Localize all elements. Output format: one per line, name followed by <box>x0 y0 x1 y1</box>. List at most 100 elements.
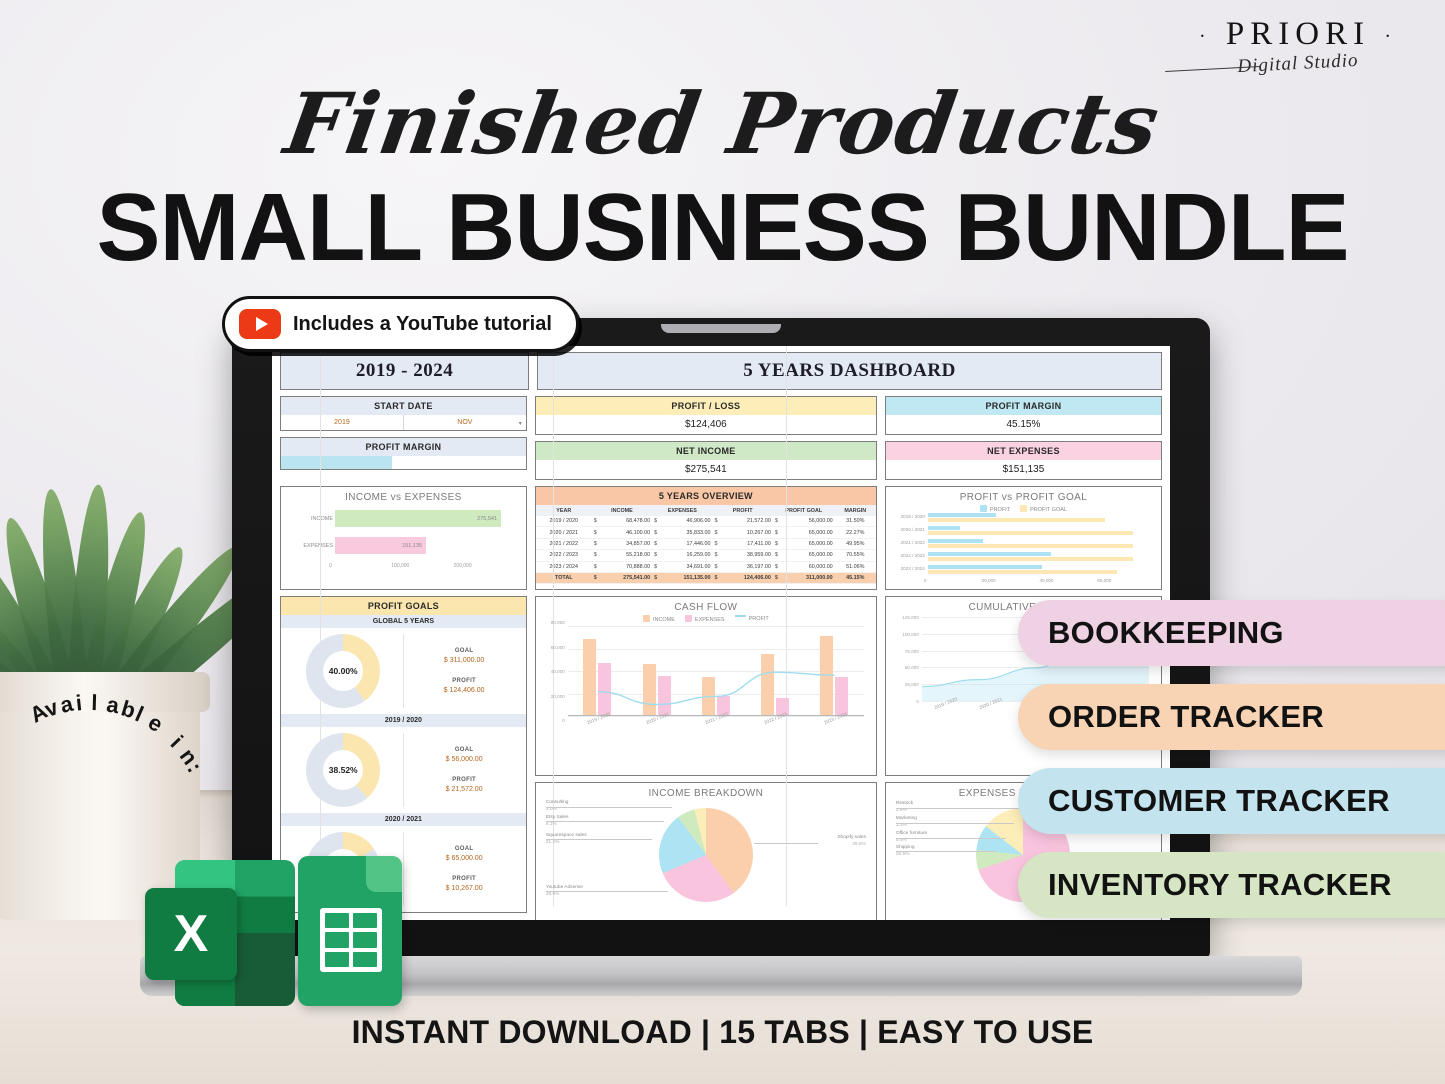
feature-pill-inventory-tracker-label: INVENTORY TRACKER <box>1048 867 1392 902</box>
start-date-month[interactable]: NOV ▾ <box>404 415 526 430</box>
cell-income: 70,888.00 <box>598 561 653 573</box>
pvg-bar-profit <box>927 539 983 543</box>
cell-currency: $ <box>712 561 720 573</box>
pie-leader-line <box>895 808 1022 809</box>
y-axis: 0 20,000 40,000 60,000 80,000 <box>542 620 568 723</box>
overview-table-header: YEAR INCOME EXPENSES PROFIT PROFIT GOAL MARGI… <box>535 505 876 516</box>
cell-margin: 31.50% <box>834 516 876 528</box>
table-row: 2020 / 2021 $46,100.00 $35,833.00 $10,267.0… <box>535 526 876 539</box>
table-row: TOTAL $275,541.00 $151,135.00 $124,406.00 $3… <box>535 572 876 585</box>
cell-currency: $ <box>712 526 720 539</box>
pvg-label: 2022 / 2023 <box>900 553 925 558</box>
goal-label: GOAL <box>454 846 474 852</box>
goal-amount: $ 56,000.00 <box>445 756 483 763</box>
cell-currency: $ <box>712 572 720 585</box>
cell-expenses: 16,259.00 <box>659 549 713 562</box>
overview-table-card: 5 YEARS OVERVIEW YEAR INCOME EXPENSES PROFI… <box>534 486 877 590</box>
hero-script-title: Finished Products <box>278 74 1167 173</box>
profit-goal-values: GOAL $ 65,000.00 PROFIT $ 10,267.00 <box>403 832 523 906</box>
hbar-label: INCOME <box>311 515 333 522</box>
table-row: 2019 / 2020 $68,478.00 $46,906.00 $21,572.0… <box>535 516 876 528</box>
pie-label-value: 26.5% <box>895 851 910 857</box>
profit-line <box>568 626 864 716</box>
legend-item: PROFIT <box>734 615 769 623</box>
profit-goals-title: PROFIT GOALS <box>281 597 526 615</box>
kpi-profit-loss-value: $124,406 <box>535 415 876 434</box>
cell-currency: $ <box>772 549 780 562</box>
pvg-bar-profit-goal <box>927 557 1133 561</box>
cell-year: TOTAL <box>535 572 592 585</box>
profit-label: PROFIT <box>452 777 477 783</box>
cell-margin: 45.15% <box>834 572 876 585</box>
start-date-values: 2019 NOV ▾ <box>281 415 526 430</box>
pvg-row: 2022 / 2023 <box>901 552 1155 564</box>
cell-expenses: 17,446.00 <box>659 538 713 551</box>
start-date-year[interactable]: 2019 <box>281 415 404 430</box>
legend-swatch <box>642 615 650 622</box>
donut-wrap: 38.52% <box>283 733 403 807</box>
overview-table-body: 2019 / 2020 $68,478.00 $46,906.00 $21,572.0… <box>535 516 876 585</box>
cell-expenses: 46,906.00 <box>659 516 713 528</box>
feature-pill-order-tracker[interactable]: ORDER TRACKER <box>1018 684 1445 750</box>
youtube-icon <box>239 309 281 339</box>
cell-income: 275,541.00 <box>598 572 653 585</box>
cell-goal: 65,000.00 <box>779 549 835 562</box>
kpi-net-expenses: NET EXPENSES $151,135 <box>884 441 1162 480</box>
pie-chart <box>658 808 753 902</box>
x-tick: 20,000 <box>981 578 996 583</box>
x-axis: 2019 / 20202020 / 20212021 / 20222022 / … <box>568 711 864 734</box>
cell-margin: 49.95% <box>834 538 876 551</box>
chart-income-breakdown-title: INCOME BREAKDOWN <box>648 788 764 799</box>
legend-item: PROFIT GOAL <box>1020 505 1067 513</box>
logo-dot-right: · <box>1384 25 1398 48</box>
cell-profit: 10,267.00 <box>719 526 773 539</box>
profit-goal-values: GOAL $ 311,000.00 PROFIT $ 124,406.00 <box>403 634 523 708</box>
feature-pill-bookkeeping[interactable]: BOOKKEEPING <box>1018 600 1445 666</box>
start-date-label: START DATE <box>281 397 526 415</box>
pvg-row: 2023 / 2024 <box>901 565 1155 577</box>
profit-goal-donut: 40.00% <box>306 634 381 708</box>
available-in-char: l <box>91 690 98 716</box>
overview-col-2: EXPENSES <box>652 505 713 516</box>
y-tick: 60,000 <box>550 644 565 650</box>
kpi-profit-loss: PROFIT / LOSS $124,406 <box>534 396 877 435</box>
profit-amount: $ 21,572.00 <box>445 786 483 793</box>
cell-profit: 21,572.00 <box>719 516 773 528</box>
table-row: 2023 / 2024 $70,888.00 $34,691.00 $36,197.0… <box>535 561 876 573</box>
kpi-net-income: NET INCOME $275,541 <box>534 441 877 480</box>
cell-year: 2022 / 2023 <box>535 549 592 562</box>
cell-currency: $ <box>652 549 660 562</box>
laptop-notch <box>661 324 781 333</box>
feature-pill-customer-tracker[interactable]: CUSTOMER TRACKER <box>1018 768 1445 834</box>
pvg-label: 2021 / 2022 <box>900 540 925 545</box>
cell-expenses: 35,833.00 <box>659 526 713 539</box>
cell-year: 2023 / 2024 <box>535 561 592 573</box>
pie-leader-line <box>545 821 664 822</box>
hbar-value: 275,541 <box>477 515 498 522</box>
cell-profit: 38,959.00 <box>719 549 773 562</box>
gridline <box>320 346 321 906</box>
pie-leader-line <box>895 838 1006 839</box>
profit-label: PROFIT <box>452 678 477 684</box>
hbar-row: EXPENSES 151,135 <box>303 536 516 555</box>
cell-profit: 124,406.00 <box>719 572 773 585</box>
chart-income-vs-expenses-title: INCOME vs EXPENSES <box>345 492 462 503</box>
pie-leader-line <box>895 851 996 852</box>
cell-currency: $ <box>712 516 720 528</box>
x-axis: 0 20,000 40,000 60,000 <box>924 578 1155 583</box>
kpi-profit-margin-value: 45.15% <box>885 415 1161 434</box>
y-tick: 0 <box>916 699 919 704</box>
pvg-bar-profit-goal <box>927 570 1118 574</box>
pie-label-name: Restock <box>895 801 914 806</box>
cell-margin: 22.27% <box>834 526 876 539</box>
feature-pill-inventory-tracker[interactable]: INVENTORY TRACKER <box>1018 852 1445 918</box>
sheets-icon-grid <box>320 908 382 972</box>
logo-dot-left: · <box>1198 25 1212 48</box>
chart-income-vs-expenses-plot: INCOME 275,541 EXPENSES 151,135 0 100,000 200,… <box>287 503 520 571</box>
pie-leader-line <box>545 839 652 840</box>
overview-table: YEAR INCOME EXPENSES PROFIT PROFIT GOAL MARGI… <box>535 505 876 585</box>
pvg-bar-profit-goal <box>927 531 1133 535</box>
overview-col-0: YEAR <box>535 505 592 516</box>
pie-label-value: 39.8% <box>852 841 866 847</box>
dashboard-header-row: 2019 - 2024 5 YEARS DASHBOARD <box>280 352 1162 396</box>
